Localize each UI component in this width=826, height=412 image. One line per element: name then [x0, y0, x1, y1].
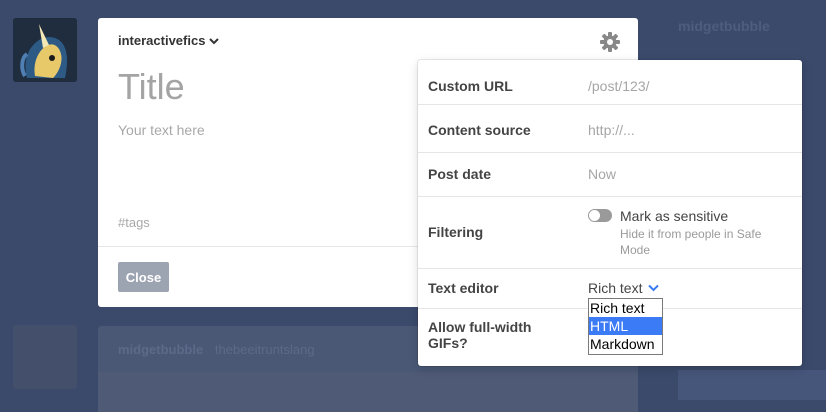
background-post-image	[98, 372, 638, 412]
background-blog-name: midgetbubble	[678, 18, 770, 34]
content-source-row: Content source http://...	[418, 108, 802, 153]
text-editor-value: Rich text	[588, 280, 643, 296]
chevron-down-icon	[648, 284, 660, 292]
post-date-row: Post date Now	[418, 152, 802, 197]
blog-selector-label: interactivefics	[118, 33, 206, 48]
text-editor-label: Text editor	[428, 280, 499, 296]
custom-url-row: Custom URL /post/123/	[418, 60, 802, 105]
text-editor-select[interactable]: Rich text	[588, 280, 660, 296]
background-post-header: midgetbubble thebeeitruntslang	[118, 342, 315, 357]
custom-url-input[interactable]: /post/123/	[588, 78, 650, 94]
chevron-down-icon	[209, 37, 220, 44]
dropdown-option-rich-text[interactable]: Rich text	[589, 299, 662, 317]
full-width-gifs-label: Allow full-width GIFs?	[428, 319, 532, 351]
toggle-knob	[589, 210, 600, 221]
body-input[interactable]: Your text here	[118, 122, 205, 138]
gear-icon[interactable]	[598, 30, 622, 54]
post-date-label: Post date	[428, 166, 492, 182]
background-avatar	[13, 325, 77, 389]
filtering-label: Filtering	[428, 224, 484, 240]
post-date-input[interactable]: Now	[588, 166, 616, 182]
composer-divider	[98, 246, 418, 247]
filtering-row: Filtering Mark as sensitive Hide it from…	[418, 196, 802, 269]
background-post-reblog: thebeeitruntslang	[214, 342, 315, 357]
sensitive-toggle[interactable]	[588, 209, 612, 222]
sensitive-hint: Hide it from people in Safe Mode	[620, 227, 762, 257]
dropdown-option-markdown[interactable]: Markdown	[589, 335, 662, 353]
dropdown-option-html[interactable]: HTML	[589, 317, 662, 335]
background-post-blog: midgetbubble	[118, 342, 204, 357]
title-input[interactable]: Title	[118, 66, 185, 108]
avatar[interactable]	[13, 18, 77, 82]
tags-input[interactable]: #tags	[118, 215, 150, 230]
blog-selector[interactable]: interactivefics	[118, 33, 220, 48]
unicorn-avatar-icon	[13, 18, 77, 82]
sensitive-label: Mark as sensitive	[620, 208, 729, 224]
content-source-input[interactable]: http://...	[588, 122, 635, 138]
close-button[interactable]: Close	[118, 262, 169, 292]
custom-url-label: Custom URL	[428, 78, 513, 94]
content-source-label: Content source	[428, 122, 531, 138]
text-editor-dropdown: Rich text HTML Markdown	[588, 298, 663, 355]
background-sidebar-block	[678, 370, 826, 400]
